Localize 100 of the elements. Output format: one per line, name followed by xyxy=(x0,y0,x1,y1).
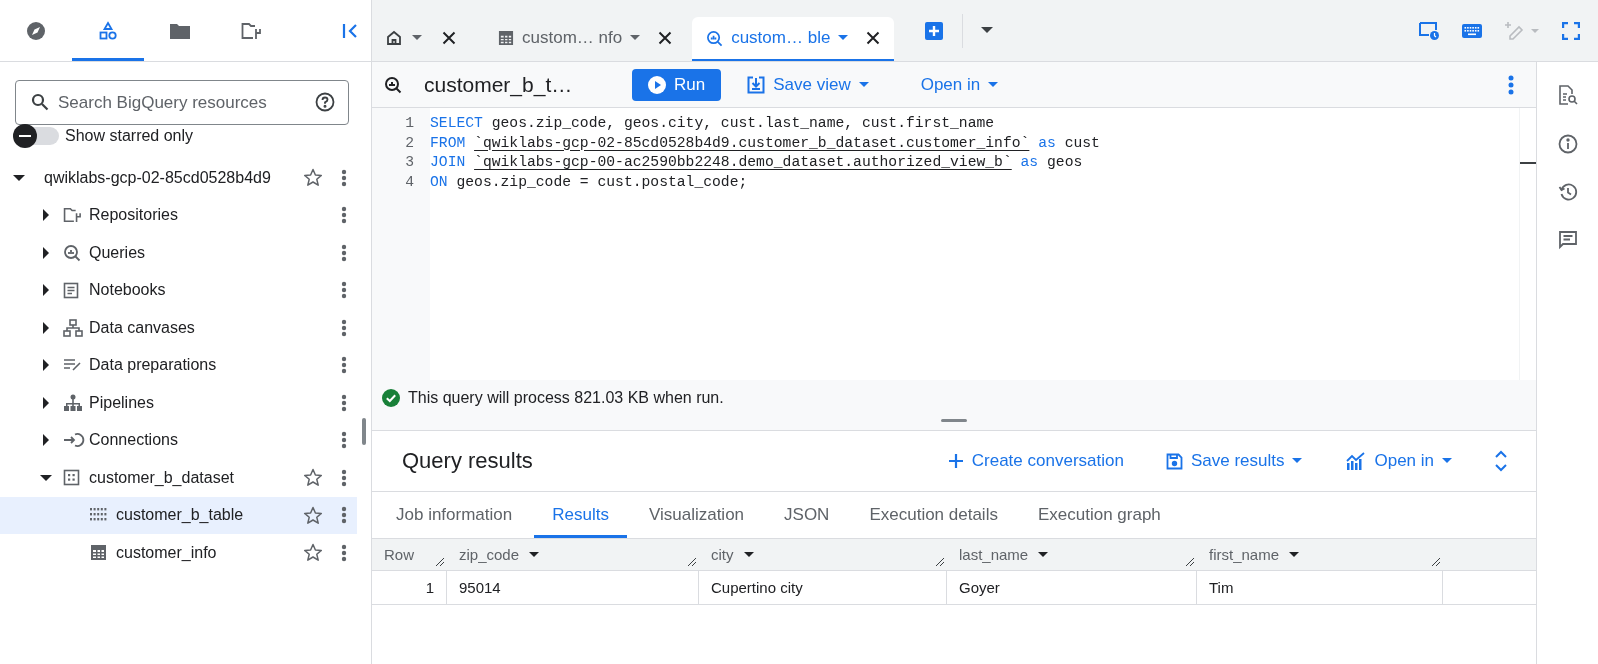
results-action[interactable]: Save results xyxy=(1165,451,1303,471)
fullscreen-icon[interactable] xyxy=(1562,21,1580,40)
more-icon[interactable] xyxy=(341,506,347,525)
hierarchy-icon xyxy=(63,393,83,412)
collapse-icon[interactable] xyxy=(341,21,359,40)
tree-item[interactable]: customer_b_dataset xyxy=(0,459,357,497)
results-tab[interactable]: Visualization xyxy=(630,492,763,538)
tree-label: customer_b_table xyxy=(116,506,245,525)
results-tab[interactable]: Execution graph xyxy=(1019,492,1179,538)
scheduled-screen-icon[interactable] xyxy=(1418,20,1440,41)
tree-item[interactable]: Data canvases xyxy=(0,309,357,347)
folder-icon xyxy=(169,21,191,40)
table-cell: Cupertino city xyxy=(699,571,947,604)
toolbar-button[interactable]: Run xyxy=(632,68,722,101)
tree-item[interactable]: Pipelines xyxy=(0,384,357,422)
toggle-switch[interactable] xyxy=(15,127,59,145)
folder-branch-icon xyxy=(241,21,263,40)
tree-item[interactable]: Connections xyxy=(0,421,357,459)
code-line: FROM `qwiklabs-gcp-02-85cd0528b4d9.customer_b_dataset.customer_info` as cust xyxy=(430,133,1101,153)
table-cell: Goyer xyxy=(947,571,1197,604)
more-icon[interactable] xyxy=(341,243,347,262)
close-icon[interactable] xyxy=(442,31,456,45)
more-icon[interactable] xyxy=(341,281,347,300)
close-icon[interactable] xyxy=(658,31,673,45)
code-editor[interactable] xyxy=(372,108,1536,380)
table-icon xyxy=(498,30,514,46)
results-tab[interactable]: JSON xyxy=(766,492,848,538)
resize-grip-icon[interactable] xyxy=(435,557,445,567)
tree-label: customer_info xyxy=(116,543,218,562)
keyboard-icon[interactable] xyxy=(1462,23,1482,38)
code-line: ON geos.zip_code = cust.postal_code; xyxy=(430,172,749,192)
more-icon[interactable] xyxy=(1508,74,1514,95)
tree-label: customer_b_dataset xyxy=(89,468,235,487)
caret-icon xyxy=(838,35,849,41)
toolbar-button[interactable]: Open in xyxy=(908,68,1011,101)
more-icon[interactable] xyxy=(341,431,347,450)
close-icon[interactable] xyxy=(866,31,881,45)
download-box-icon xyxy=(747,75,766,94)
tree-item[interactable]: qwiklabs-gcp-02-85cd0528b4d9 xyxy=(0,159,357,197)
column-header[interactable]: Row xyxy=(372,539,447,570)
tree-item[interactable]: customer_b_table xyxy=(0,496,357,534)
resize-grip-icon[interactable] xyxy=(1185,557,1195,567)
star-icon[interactable] xyxy=(303,543,323,563)
code-line: JOIN `qwiklabs-gcp-00-ac2590bb2248.demo_dataset.authorized_view_b` as geos xyxy=(430,153,1084,172)
tree-label: Pipelines xyxy=(89,393,155,412)
toolbar-button[interactable]: Save view xyxy=(735,68,881,101)
results-action[interactable]: Create conversation xyxy=(947,451,1124,471)
tree-item[interactable]: Notebooks xyxy=(0,271,357,309)
results-title: Query results xyxy=(402,448,533,474)
query-icon xyxy=(63,243,81,262)
home-icon xyxy=(386,30,402,46)
code-line: SELECT geos.zip_code, geos.city, cust.last_name, cust.first_name xyxy=(430,114,996,133)
help-icon[interactable] xyxy=(315,92,335,112)
results-tab[interactable]: Execution details xyxy=(851,492,1016,538)
editor-tab[interactable]: custom… ble xyxy=(692,17,895,61)
star-icon[interactable] xyxy=(303,468,323,488)
tree-label: Repositories xyxy=(89,206,179,225)
history-icon[interactable] xyxy=(1557,182,1578,202)
resize-grip-icon[interactable] xyxy=(1431,557,1441,567)
comment-icon[interactable] xyxy=(1557,230,1578,250)
resize-grip-icon[interactable] xyxy=(687,557,697,567)
more-icon[interactable] xyxy=(341,356,347,375)
column-header[interactable]: zip_code xyxy=(447,539,699,570)
tree-item[interactable]: Repositories xyxy=(0,196,357,234)
more-icon[interactable] xyxy=(341,168,347,187)
more-icon[interactable] xyxy=(341,468,347,487)
scrollbar[interactable] xyxy=(362,418,366,445)
editor-tab[interactable]: custom… nfo xyxy=(484,17,687,61)
caret-icon[interactable] xyxy=(981,27,994,34)
tree-label: Queries xyxy=(89,243,147,262)
more-icon[interactable] xyxy=(341,318,347,337)
caret-icon xyxy=(412,35,422,41)
tree-item[interactable]: customer_info xyxy=(0,534,357,572)
add-tab-icon[interactable] xyxy=(924,20,945,41)
shapes-icon xyxy=(98,20,118,41)
more-icon[interactable] xyxy=(341,206,347,225)
column-header[interactable]: last_name xyxy=(947,539,1197,570)
more-icon[interactable] xyxy=(341,543,347,562)
document-search-icon[interactable] xyxy=(1557,84,1578,106)
play-icon xyxy=(648,75,666,94)
results-action[interactable]: Open in xyxy=(1346,451,1452,471)
results-tab[interactable]: Job information xyxy=(378,492,531,538)
search-field[interactable]: Search BigQuery resources xyxy=(15,80,349,125)
column-header[interactable]: city xyxy=(699,539,947,570)
column-header[interactable]: first_name xyxy=(1197,539,1443,570)
info-icon[interactable] xyxy=(1557,134,1578,154)
tree-item[interactable]: Queries xyxy=(0,234,357,272)
star-icon[interactable] xyxy=(303,168,323,188)
tree-label: Notebooks xyxy=(89,281,167,300)
star-icon[interactable] xyxy=(303,505,323,525)
expand-collapse-icon[interactable] xyxy=(1494,450,1508,472)
dotted-grid-icon xyxy=(90,508,108,523)
resize-handle[interactable] xyxy=(941,419,967,422)
line-number: 2 xyxy=(404,133,415,153)
resize-grip-icon[interactable] xyxy=(935,557,945,567)
tree-label: Data preparations xyxy=(89,356,218,375)
more-icon[interactable] xyxy=(341,393,347,412)
toggle-label: Show starred only xyxy=(65,127,194,145)
tree-item[interactable]: Data preparations xyxy=(0,346,357,384)
line-number: 4 xyxy=(404,172,415,192)
